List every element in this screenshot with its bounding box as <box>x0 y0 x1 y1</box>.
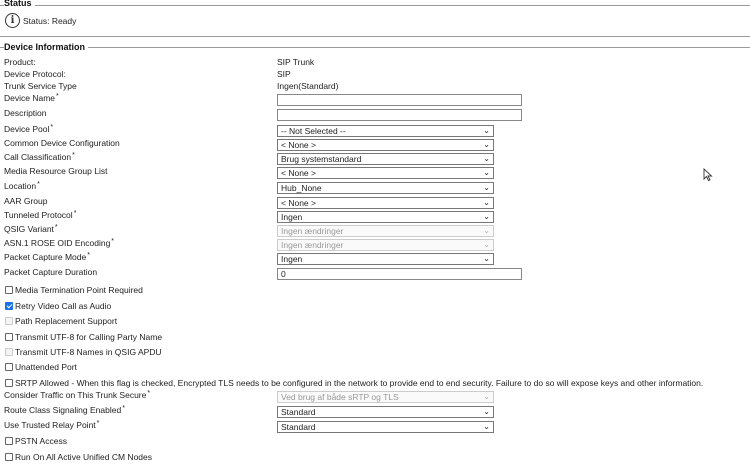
tunneled-protocol-select[interactable]: Ingen ⌄ <box>277 211 494 223</box>
unattended-port-checkbox[interactable] <box>5 363 13 371</box>
trunk-service-type-value: Ingen(Standard) <box>277 81 339 91</box>
run-on-all-nodes-checkbox[interactable] <box>5 453 13 461</box>
mouse-cursor-icon <box>703 168 713 182</box>
media-resource-group-list-select[interactable]: < None > ⌄ <box>277 167 494 179</box>
route-class-signaling-select[interactable]: Standard ⌄ <box>277 406 494 418</box>
run-on-all-nodes-label: Run On All Active Unified CM Nodes <box>15 452 153 462</box>
pstn-access-checkbox-row[interactable]: PSTN Access <box>5 436 67 446</box>
retry-video-call-checkbox-row[interactable]: Retry Video Call as Audio <box>5 301 111 311</box>
srtp-allowed-checkbox-row[interactable]: SRTP Allowed - When this flag is checked… <box>5 378 703 388</box>
qsig-variant-label: QSIG Variant* <box>4 224 58 234</box>
product-value: SIP Trunk <box>277 57 315 67</box>
call-classification-select[interactable]: Brug systemstandard ⌄ <box>277 153 494 165</box>
transmit-utf8-qsig-checkbox-row: Transmit UTF-8 Names in QSIG APDU <box>5 347 162 357</box>
packet-capture-duration-label: Packet Capture Duration <box>4 267 98 277</box>
unattended-port-label: Unattended Port <box>15 362 77 372</box>
trunk-service-type-label: Trunk Service Type <box>4 81 77 91</box>
aar-group-label: AAR Group <box>4 196 48 206</box>
packet-capture-duration-input[interactable]: 0 <box>277 268 522 280</box>
tunneled-protocol-label: Tunneled Protocol* <box>4 210 77 220</box>
chevron-down-icon: ⌄ <box>483 140 490 149</box>
srtp-allowed-checkbox[interactable] <box>5 379 13 387</box>
chevron-down-icon: ⌄ <box>483 254 490 263</box>
consider-traffic-secure-label: Consider Traffic on This Trunk Secure* <box>4 390 151 400</box>
device-info-section-title: Device Information <box>4 42 89 52</box>
device-info-divider <box>0 47 750 48</box>
retry-video-call-label: Retry Video Call as Audio <box>15 301 112 311</box>
product-label: Product: <box>4 57 36 67</box>
path-replacement-support-label: Path Replacement Support <box>15 316 118 326</box>
use-trusted-relay-point-select[interactable]: Standard ⌄ <box>277 421 494 433</box>
chevron-down-icon: ⌄ <box>483 422 490 431</box>
description-label: Description <box>4 108 47 118</box>
chevron-down-icon: ⌄ <box>483 212 490 221</box>
asn1-rose-oid-encoding-label: ASN.1 ROSE OID Encoding* <box>4 238 115 248</box>
transmit-utf8-calling-party-checkbox-row[interactable]: Transmit UTF-8 for Calling Party Name <box>5 332 162 342</box>
chevron-down-icon: ⌄ <box>483 183 490 192</box>
chevron-down-icon: ⌄ <box>483 407 490 416</box>
device-pool-label: Device Pool* <box>4 124 54 134</box>
route-class-signaling-label: Route Class Signaling Enabled* <box>4 405 125 415</box>
transmit-utf8-qsig-checkbox <box>5 348 13 356</box>
device-protocol-value: SIP <box>277 69 291 79</box>
device-pool-select[interactable]: -- Not Selected -- ⌄ <box>277 125 494 137</box>
common-device-configuration-select[interactable]: < None > ⌄ <box>277 139 494 151</box>
packet-capture-mode-label: Packet Capture Mode* <box>4 252 90 262</box>
consider-traffic-secure-select: Ved brug af både sRTP og TLS ⌄ <box>277 391 494 403</box>
chevron-down-icon: ⌄ <box>483 392 490 401</box>
media-termination-point-checkbox[interactable] <box>5 286 13 294</box>
retry-video-call-checkbox[interactable] <box>5 302 13 310</box>
transmit-utf8-calling-party-checkbox[interactable] <box>5 333 13 341</box>
chevron-down-icon: ⌄ <box>483 168 490 177</box>
status-section-title: Status <box>4 0 35 8</box>
device-name-label: Device Name* <box>4 93 59 103</box>
srtp-allowed-label: SRTP Allowed - When this flag is checked… <box>15 378 704 388</box>
location-select[interactable]: Hub_None ⌄ <box>277 182 494 194</box>
call-classification-label: Call Classification* <box>4 152 75 162</box>
media-termination-point-checkbox-row[interactable]: Media Termination Point Required <box>5 285 143 295</box>
status-divider <box>0 5 750 6</box>
status-message: Status: Ready <box>23 16 77 26</box>
media-termination-point-label: Media Termination Point Required <box>15 285 143 295</box>
chevron-down-icon: ⌄ <box>483 240 490 249</box>
chevron-down-icon: ⌄ <box>483 198 490 207</box>
packet-capture-mode-select[interactable]: Ingen ⌄ <box>277 253 494 265</box>
chevron-down-icon: ⌄ <box>483 126 490 135</box>
unattended-port-checkbox-row[interactable]: Unattended Port <box>5 362 77 372</box>
transmit-utf8-qsig-label: Transmit UTF-8 Names in QSIG APDU <box>15 347 162 357</box>
transmit-utf8-calling-party-label: Transmit UTF-8 for Calling Party Name <box>15 332 163 342</box>
chevron-down-icon: ⌄ <box>483 226 490 235</box>
run-on-all-nodes-checkbox-row[interactable]: Run On All Active Unified CM Nodes <box>5 452 152 462</box>
use-trusted-relay-point-label: Use Trusted Relay Point* <box>4 420 100 430</box>
device-name-input[interactable] <box>277 94 522 106</box>
pstn-access-checkbox[interactable] <box>5 437 13 445</box>
path-replacement-support-checkbox <box>5 317 13 325</box>
common-device-configuration-label: Common Device Configuration <box>4 138 120 148</box>
info-icon: i <box>5 13 20 28</box>
qsig-variant-select: Ingen ændringer ⌄ <box>277 225 494 237</box>
device-protocol-label: Device Protocol: <box>4 69 66 79</box>
media-resource-group-list-label: Media Resource Group List <box>4 166 108 176</box>
description-input[interactable] <box>277 109 522 121</box>
path-replacement-support-checkbox-row: Path Replacement Support <box>5 316 117 326</box>
chevron-down-icon: ⌄ <box>483 154 490 163</box>
top-divider <box>0 36 750 37</box>
location-label: Location* <box>4 181 40 191</box>
pstn-access-label: PSTN Access <box>15 436 67 446</box>
asn1-rose-oid-encoding-select: Ingen ændringer ⌄ <box>277 239 494 251</box>
aar-group-select[interactable]: < None > ⌄ <box>277 197 494 209</box>
